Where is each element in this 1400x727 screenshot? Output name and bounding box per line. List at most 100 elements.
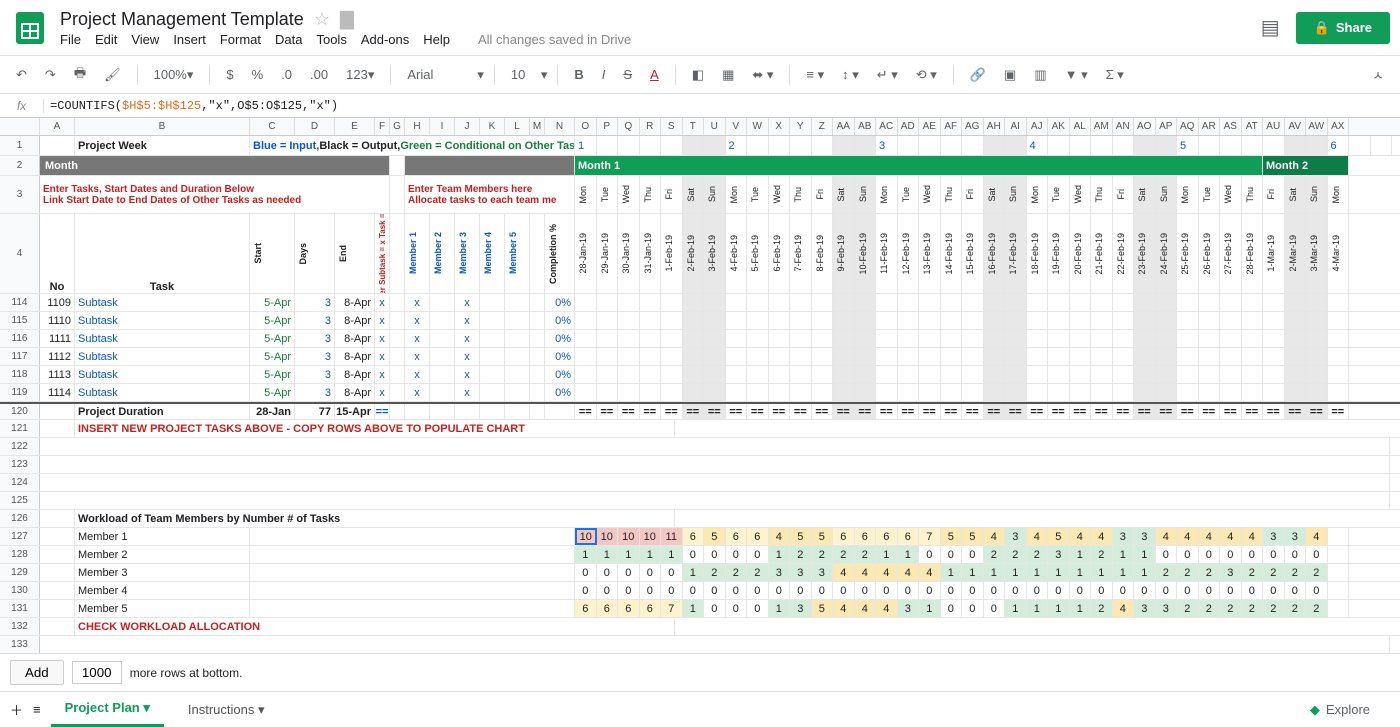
week-num[interactable] <box>984 136 1006 155</box>
gantt-cell[interactable] <box>812 384 834 401</box>
gantt-eq[interactable]: == <box>833 404 855 419</box>
cell[interactable] <box>530 366 545 383</box>
week-num[interactable] <box>769 136 791 155</box>
cell[interactable] <box>40 618 75 635</box>
gantt-eq[interactable]: == <box>575 404 597 419</box>
task-no[interactable]: 1111 <box>40 330 75 347</box>
workload-val[interactable]: 6 <box>618 600 640 617</box>
workload-val[interactable]: 0 <box>683 582 705 599</box>
cell[interactable] <box>530 384 545 401</box>
col-header[interactable]: R <box>640 118 662 135</box>
cell[interactable] <box>455 404 480 419</box>
gantt-cell[interactable] <box>1156 348 1178 365</box>
gantt-cell[interactable] <box>833 384 855 401</box>
workload-val[interactable]: 2 <box>1177 600 1199 617</box>
gantt-cell[interactable] <box>1328 384 1350 401</box>
workload-val[interactable]: 0 <box>855 582 877 599</box>
gantt-cell[interactable] <box>1113 366 1135 383</box>
gantt-cell[interactable] <box>726 348 748 365</box>
gantt-cell[interactable] <box>575 348 597 365</box>
gantt-cell[interactable] <box>1048 294 1070 311</box>
workload-val[interactable]: 7 <box>661 600 683 617</box>
gantt-cell[interactable] <box>704 384 726 401</box>
col-header[interactable]: O <box>575 118 597 135</box>
col-header[interactable]: L <box>505 118 530 135</box>
week-num[interactable] <box>1156 136 1178 155</box>
cell[interactable] <box>40 600 75 617</box>
redo-icon[interactable]: ↷ <box>39 63 62 87</box>
day-name[interactable]: Sat <box>984 176 1006 213</box>
task-member[interactable]: x <box>405 366 430 383</box>
gantt-cell[interactable] <box>1048 384 1070 401</box>
col-header[interactable]: AM <box>1091 118 1113 135</box>
workload-val[interactable]: 3 <box>812 564 834 581</box>
week-num[interactable] <box>1285 136 1307 155</box>
hdr-member[interactable]: Member 4 <box>480 214 505 293</box>
day-name[interactable]: Sat <box>833 176 855 213</box>
workload-val[interactable]: 6 <box>597 600 619 617</box>
gantt-cell[interactable] <box>919 312 941 329</box>
col-header[interactable]: V <box>726 118 748 135</box>
workload-val[interactable]: 2 <box>1005 546 1027 563</box>
tab-project-plan[interactable]: Project Plan ▾ <box>51 692 164 727</box>
gantt-cell[interactable] <box>747 294 769 311</box>
date-hdr[interactable]: 1-Feb-19 <box>661 214 683 293</box>
halign-icon[interactable]: ≡ ▾ <box>800 63 830 87</box>
workload-val[interactable]: 4 <box>1070 528 1092 545</box>
workload-val[interactable]: 3 <box>1220 564 1242 581</box>
gantt-cell[interactable] <box>597 312 619 329</box>
strike-icon[interactable]: S <box>617 63 638 86</box>
date-hdr[interactable]: 2-Feb-19 <box>683 214 705 293</box>
check-workload[interactable]: CHECK WORKLOAD ALLOCATION <box>75 618 675 635</box>
gantt-cell[interactable] <box>1242 312 1264 329</box>
workload-val[interactable]: 6 <box>898 528 920 545</box>
gantt-cell[interactable] <box>769 330 791 347</box>
workload-val[interactable]: 0 <box>1285 582 1307 599</box>
workload-val[interactable]: 0 <box>1306 582 1328 599</box>
workload-val[interactable]: 0 <box>618 582 640 599</box>
week-num[interactable] <box>704 136 726 155</box>
day-name[interactable]: Wed <box>1220 176 1242 213</box>
cell[interactable] <box>250 546 575 563</box>
task-member[interactable] <box>430 312 455 329</box>
workload-val[interactable]: 3 <box>898 600 920 617</box>
gantt-cell[interactable] <box>1263 348 1285 365</box>
day-name[interactable]: Fri <box>661 176 683 213</box>
row-header[interactable]: 115 <box>0 312 40 329</box>
task-start[interactable]: 5-Apr <box>250 312 295 329</box>
gantt-cell[interactable] <box>726 330 748 347</box>
workload-val[interactable]: 6 <box>640 600 662 617</box>
workload-val[interactable]: 4 <box>1027 528 1049 545</box>
workload-val[interactable]: 2 <box>1263 600 1285 617</box>
date-hdr[interactable]: 25-Feb-19 <box>1177 214 1199 293</box>
workload-val[interactable]: 0 <box>941 546 963 563</box>
gantt-cell[interactable] <box>790 384 812 401</box>
cell[interactable] <box>530 214 545 293</box>
col-header[interactable]: AC <box>876 118 898 135</box>
gantt-cell[interactable] <box>597 330 619 347</box>
task-days[interactable]: 3 <box>295 312 335 329</box>
gantt-cell[interactable] <box>575 312 597 329</box>
date-hdr[interactable]: 26-Feb-19 <box>1199 214 1221 293</box>
gantt-cell[interactable] <box>747 348 769 365</box>
gantt-eq[interactable]: == <box>747 404 769 419</box>
doc-title[interactable]: Project Management Template <box>60 9 304 30</box>
comment-icon[interactable]: ▣ <box>998 63 1022 87</box>
workload-val[interactable]: 0 <box>876 582 898 599</box>
workload-val[interactable]: 0 <box>1048 582 1070 599</box>
workload-val[interactable]: 0 <box>984 582 1006 599</box>
col-header[interactable]: J <box>455 118 480 135</box>
col-header[interactable]: AN <box>1113 118 1135 135</box>
task-start[interactable]: 5-Apr <box>250 294 295 311</box>
gantt-eq[interactable]: == <box>769 404 791 419</box>
task-days[interactable]: 3 <box>295 330 335 347</box>
workload-val[interactable]: 6 <box>833 528 855 545</box>
gantt-cell[interactable] <box>1048 330 1070 347</box>
date-hdr[interactable]: 28-Feb-19 <box>1242 214 1264 293</box>
dec-decrease-icon[interactable]: .0 <box>275 63 298 86</box>
gantt-cell[interactable] <box>1070 312 1092 329</box>
gantt-cell[interactable] <box>1005 330 1027 347</box>
gantt-cell[interactable] <box>919 330 941 347</box>
col-header[interactable]: AJ <box>1027 118 1049 135</box>
empty[interactable] <box>40 456 1390 473</box>
